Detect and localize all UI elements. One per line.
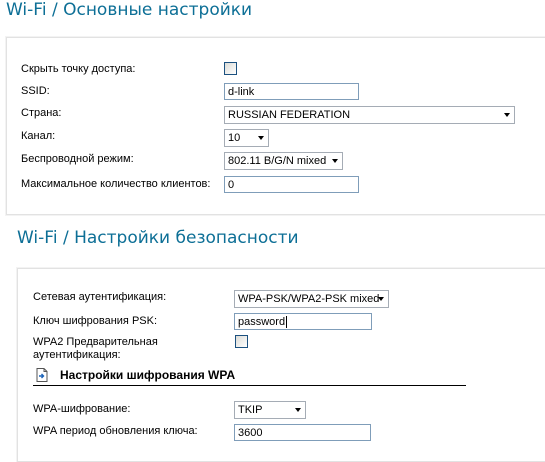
preauth-label-line2: аутентификация: (33, 349, 121, 361)
country-select[interactable]: RUSSIAN FEDERATION (224, 106, 515, 124)
chevron-down-icon (378, 297, 384, 301)
psk-input-value: password (238, 316, 286, 328)
country-select-value: RUSSIAN FEDERATION (228, 109, 351, 121)
chevron-down-icon (332, 159, 338, 163)
ssid-label: SSID: (21, 85, 50, 97)
auth-select-value: WPA-PSK/WPA2-PSK mixed (238, 293, 380, 305)
wpa-header-divider (33, 385, 466, 386)
chevron-down-icon (504, 113, 510, 117)
ssid-input[interactable]: d-link (224, 83, 359, 100)
document-arrow-icon (36, 368, 48, 382)
preauth-checkbox[interactable] (235, 335, 248, 348)
country-label: Страна: (21, 107, 62, 119)
auth-label: Сетевая аутентификация: (33, 291, 167, 303)
wpa-settings-header: Настройки шифрования WPA (60, 368, 236, 382)
security-settings-title: Wi-Fi / Настройки безопасности (17, 228, 299, 248)
wpa-encryption-select[interactable]: TKIP (234, 401, 306, 419)
psk-input[interactable]: password (234, 313, 372, 330)
psk-label: Ключ шифрования PSK: (33, 315, 158, 327)
channel-label: Канал: (21, 130, 56, 142)
text-caret (286, 316, 288, 329)
chevron-down-icon (258, 136, 264, 140)
channel-select-value: 10 (228, 132, 241, 144)
rekey-period-input[interactable]: 3600 (234, 424, 371, 441)
hide-ap-checkbox[interactable] (224, 62, 237, 75)
max-clients-label: Максимальное количество клиентов: (21, 178, 211, 190)
auth-select[interactable]: WPA-PSK/WPA2-PSK mixed (234, 290, 389, 308)
max-clients-input[interactable]: 0 (224, 176, 359, 193)
wpa-encryption-select-value: TKIP (238, 404, 263, 416)
mode-label: Беспроводной режим: (21, 153, 134, 165)
basic-settings-title: Wi-Fi / Основные настройки (6, 0, 253, 20)
mode-select[interactable]: 802.11 B/G/N mixed (224, 152, 343, 170)
mode-select-value: 802.11 B/G/N mixed (228, 155, 327, 167)
wpa-encryption-label: WPA-шифрование: (33, 403, 131, 415)
preauth-label-line1: WPA2 Предварительная (33, 336, 158, 348)
hide-ap-label: Скрыть точку доступа: (21, 63, 136, 75)
channel-select[interactable]: 10 (224, 129, 269, 147)
rekey-period-label: WPA период обновления ключа: (33, 425, 198, 437)
chevron-down-icon (295, 408, 301, 412)
